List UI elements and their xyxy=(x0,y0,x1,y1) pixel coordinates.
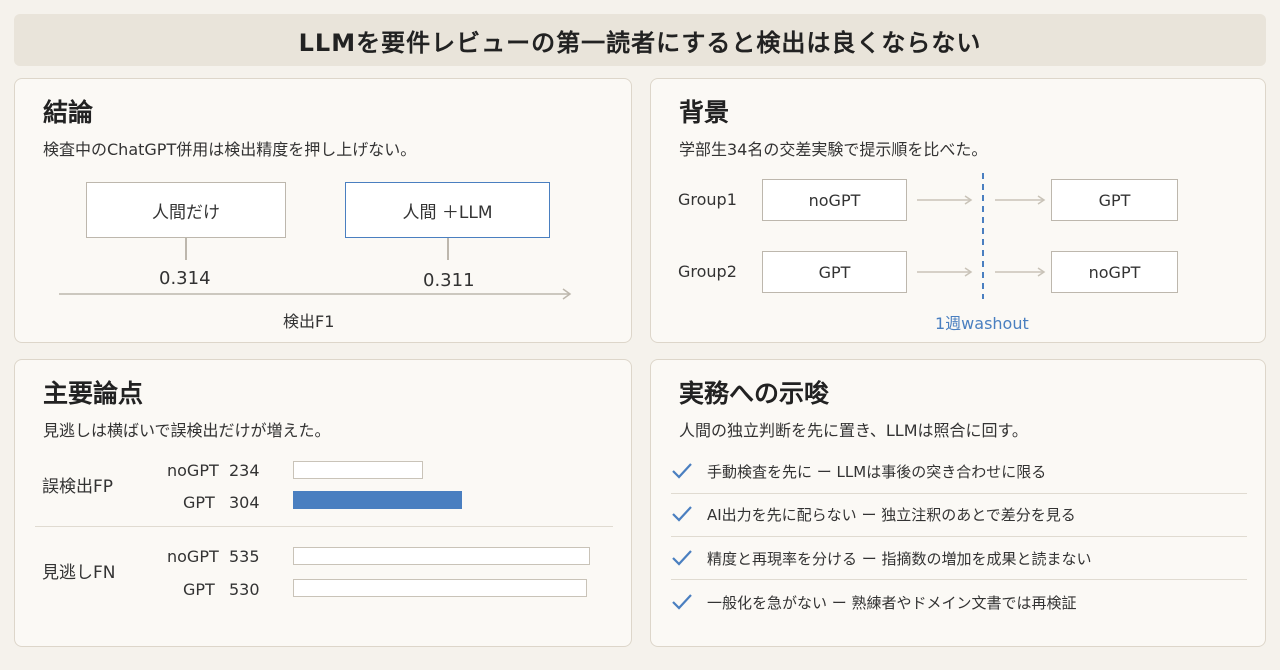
bar-series-label: GPT xyxy=(183,580,215,599)
bar-fp-nogpt xyxy=(293,461,423,479)
bar-fn-gpt xyxy=(293,579,587,597)
implication-item: AI出力を先に配らない ー 独立注釈のあとで差分を見る xyxy=(671,492,1247,536)
background-title: 背景 xyxy=(679,98,730,127)
implication-item: 精度と再現率を分ける ー 指摘数の増加を成果と読まない xyxy=(671,536,1247,580)
implication-text: 手動検査を先に ー LLMは事後の突き合わせに限る xyxy=(707,462,1047,481)
implications-title: 実務への示唆 xyxy=(679,379,830,408)
check-icon xyxy=(672,463,692,479)
washout-arrows xyxy=(917,173,1046,299)
bar-series-label: noGPT xyxy=(167,547,219,566)
background-subtitle: 学部生34名の交差実験で提示順を比べた。 xyxy=(679,140,988,159)
implications-card: 実務への示唆 人間の独立判断を先に置き、LLMは照合に回す。 手動検査を先に ー… xyxy=(650,359,1266,647)
group1-first-box: noGPT xyxy=(762,179,907,221)
group2-second-box: noGPT xyxy=(1051,251,1178,293)
value-human: 0.314 xyxy=(159,268,211,289)
bar-value-label: 234 xyxy=(229,461,260,480)
human-llm-box: 人間 ＋LLM xyxy=(345,182,550,238)
implication-item: 手動検査を先に ー LLMは事後の突き合わせに限る xyxy=(671,449,1247,493)
bar-value-label: 530 xyxy=(229,580,260,599)
bar-value-label: 535 xyxy=(229,547,260,566)
washout-label: 1週washout xyxy=(935,314,1029,333)
check-icon xyxy=(672,506,692,522)
axis-label: 検出F1 xyxy=(283,312,335,331)
bar-fp-gpt xyxy=(293,491,462,509)
implication-text: 精度と再現率を分ける ー 指摘数の増加を成果と読まない xyxy=(707,549,1092,568)
bar-value-label: 304 xyxy=(229,493,260,512)
bar-fn-nogpt xyxy=(293,547,590,565)
implication-text: 一般化を急がない ー 熟練者やドメイン文書では再検証 xyxy=(707,593,1077,612)
fp-group-label: 誤検出FP xyxy=(42,477,114,497)
connector-line xyxy=(447,238,449,260)
group1-label: Group1 xyxy=(678,190,737,209)
human-only-box: 人間だけ xyxy=(86,182,286,238)
implication-item: 一般化を急がない ー 熟練者やドメイン文書では再検証 xyxy=(671,580,1247,624)
check-icon xyxy=(672,550,692,566)
implication-text: AI出力を先に配らない ー 独立注釈のあとで差分を見る xyxy=(707,505,1076,524)
bar-series-label: noGPT xyxy=(167,461,219,480)
check-icon xyxy=(672,594,692,610)
findings-subtitle: 見逃しは横ばいで誤検出だけが増えた。 xyxy=(43,421,331,440)
findings-title: 主要論点 xyxy=(43,379,144,408)
group2-first-box: GPT xyxy=(762,251,907,293)
page-title: LLMを要件レビューの第一読者にすると検出は良くならない xyxy=(14,14,1266,66)
divider xyxy=(35,526,613,527)
group2-label: Group2 xyxy=(678,262,737,281)
background-card: 背景 学部生34名の交差実験で提示順を比べた。 Group1 noGPT GPT… xyxy=(650,78,1266,343)
conclusion-card: 結論 検査中のChatGPT併用は検出精度を押し上げない。 人間だけ 人間 ＋L… xyxy=(14,78,632,343)
conclusion-title: 結論 xyxy=(43,98,94,127)
implications-subtitle: 人間の独立判断を先に置き、LLMは照合に回す。 xyxy=(679,421,1028,440)
fn-group-label: 見逃しFN xyxy=(42,563,116,583)
group1-second-box: GPT xyxy=(1051,179,1178,221)
connector-line xyxy=(185,238,187,260)
findings-card: 主要論点 見逃しは横ばいで誤検出だけが増えた。 誤検出FP noGPT 234 … xyxy=(14,359,632,647)
bar-series-label: GPT xyxy=(183,493,215,512)
conclusion-subtitle: 検査中のChatGPT併用は検出精度を押し上げない。 xyxy=(43,140,417,159)
f1-axis xyxy=(59,288,572,300)
